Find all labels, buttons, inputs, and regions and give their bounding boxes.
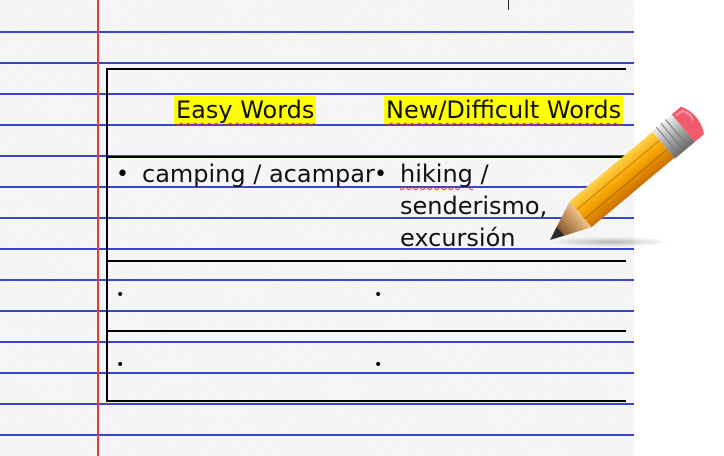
difficult-word-slash: /	[472, 160, 489, 188]
difficult-word-cell[interactable]: hiking / senderismo, excursión	[400, 158, 550, 254]
table-row: • •	[108, 260, 626, 332]
text-cursor	[508, 0, 509, 10]
difficult-word-line-1: hiking /	[400, 158, 550, 190]
easy-word-cell[interactable]	[142, 348, 342, 380]
header-easy-words-label: Easy Words	[174, 96, 317, 124]
table-row: • •	[108, 330, 626, 400]
bullet: •	[116, 162, 129, 187]
difficult-word-line-2: senderismo,	[400, 192, 548, 220]
notebook-paper: Easy Words New/Difficult Words • camping…	[0, 0, 634, 456]
difficult-word-hiking: hiking	[400, 160, 473, 188]
easy-word-cell[interactable]: camping / acampar	[142, 158, 375, 190]
difficult-word-line-3: excursión	[400, 224, 516, 252]
margin-line	[97, 0, 99, 456]
bullet: •	[116, 287, 125, 303]
easy-word-cell[interactable]	[142, 278, 342, 310]
difficult-word-cell[interactable]	[400, 278, 600, 310]
easy-word-text: camping / acampar	[142, 160, 375, 188]
difficult-word-cell[interactable]	[400, 348, 600, 380]
bullet: •	[116, 357, 125, 373]
pencil-svg	[550, 106, 705, 247]
header-easy-words[interactable]: Easy Words	[174, 96, 317, 124]
bullet: •	[374, 357, 383, 373]
bullet: •	[374, 287, 383, 303]
bullet: •	[374, 162, 387, 187]
pencil-icon	[540, 98, 724, 248]
